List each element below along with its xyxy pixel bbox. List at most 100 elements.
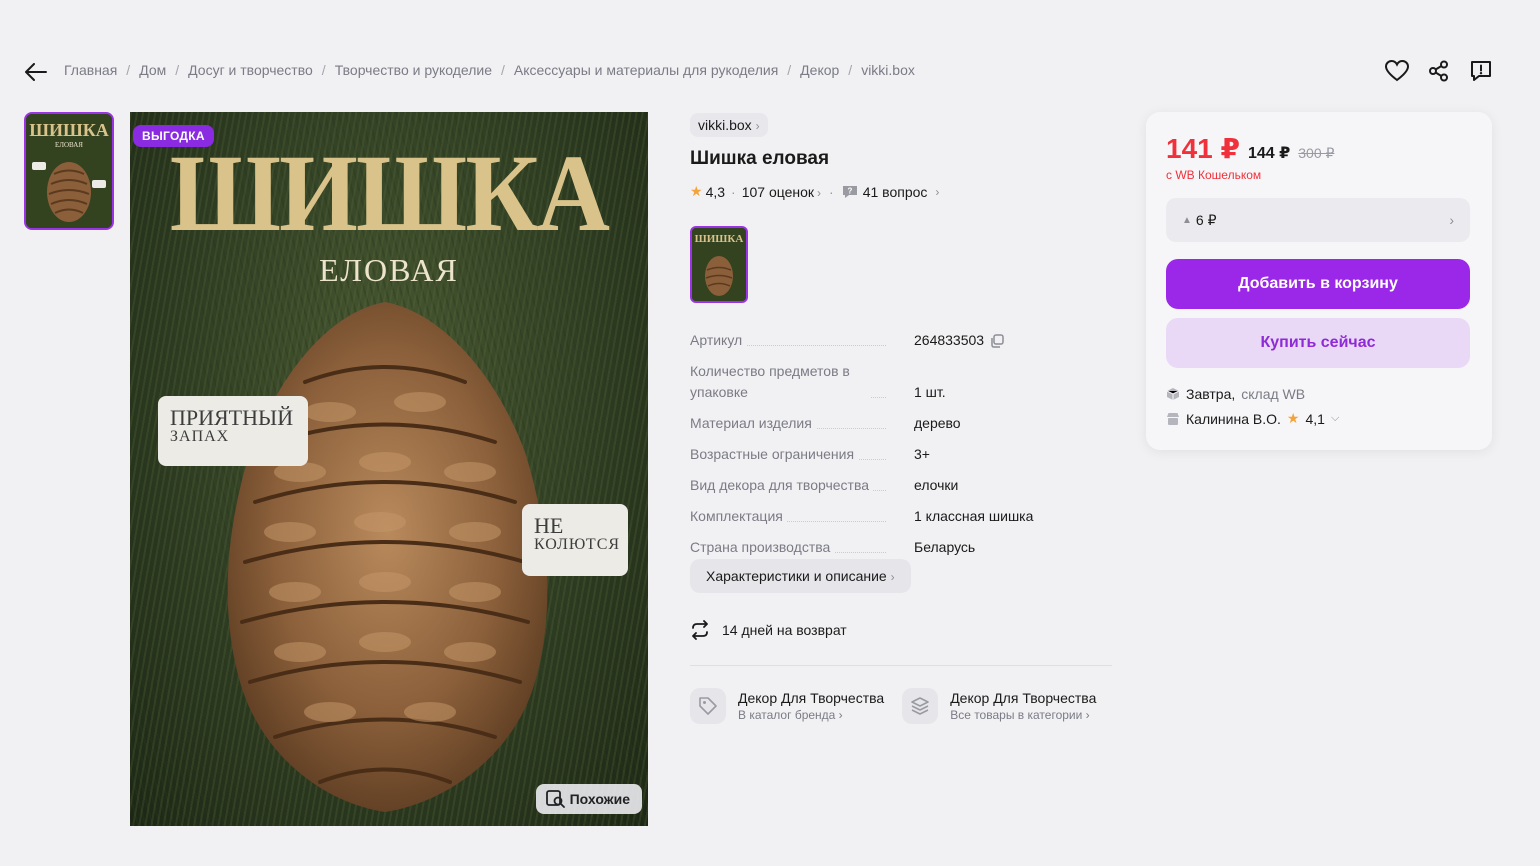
chevron-right-icon: › xyxy=(817,185,822,200)
share-icon[interactable] xyxy=(1426,58,1452,84)
brand-catalog-link[interactable]: Декор Для Творчества В каталог бренда › xyxy=(690,688,884,724)
add-to-cart-button[interactable]: Добавить в корзину xyxy=(1166,259,1470,309)
breadcrumb-item-brand[interactable]: vikki.box xyxy=(861,62,915,78)
delivery-info: Завтра, склад WB xyxy=(1166,386,1305,402)
spec-key: Страна производства xyxy=(690,537,900,558)
breadcrumb-separator: / xyxy=(500,62,505,78)
wallet-note: с WB Кошельком xyxy=(1166,168,1262,182)
feature-card-smell: ПРИЯТНЫЙ ЗАПАХ xyxy=(158,396,308,466)
reviews-link[interactable]: 107 оценок › xyxy=(742,184,821,200)
spec-row: Комплектация 1 классная шишка xyxy=(690,506,1110,527)
thumb-title: ШИШКА xyxy=(29,120,109,140)
promo-badge: ВЫГОДКА xyxy=(133,125,214,147)
product-title: Шишка еловая xyxy=(690,148,830,169)
dot-separator: · xyxy=(829,183,834,200)
product-hero-image[interactable]: ШИШКА ЕЛОВАЯ ПРИЯТНЫЙ ЗАПАХ НЕ КОЛЮТСЯ П… xyxy=(130,112,648,826)
category-subtitle: Все товары в категории › xyxy=(950,708,1090,722)
brand-link[interactable]: vikki.box › xyxy=(690,113,768,137)
breadcrumb-item-accessories[interactable]: Аксессуары и материалы для рукоделия xyxy=(514,62,778,78)
spec-row: Артикул 264833503 xyxy=(690,330,1110,351)
spec-value: дерево xyxy=(914,415,961,431)
price-change: ▲ 6 ₽ xyxy=(1182,212,1217,229)
spec-value: 264833503 xyxy=(914,330,1004,351)
spec-key: Комплектация xyxy=(690,506,900,527)
delivery-date: Завтра, xyxy=(1186,386,1236,402)
chevron-right-icon: › xyxy=(890,570,895,584)
spec-key: Артикул xyxy=(690,330,900,351)
feature-card-title: ПРИЯТНЫЙ xyxy=(170,405,294,430)
similar-button[interactable]: Похожие xyxy=(535,784,642,814)
reviews-count: 107 оценок xyxy=(741,183,815,200)
return-arrows-icon xyxy=(692,620,708,640)
tag-icon xyxy=(690,688,726,724)
svg-text:?: ? xyxy=(847,186,852,195)
rating-row: ★ 4,3 · 107 оценок › · ? 41 вопрос › xyxy=(690,183,939,200)
breadcrumb-item-house[interactable]: Дом xyxy=(139,62,166,78)
variant-thumb-title: ШИШКА xyxy=(695,233,744,245)
pinecone-image xyxy=(47,162,91,222)
feature-card-subtitle: КОЛЮТСЯ xyxy=(534,536,621,554)
breadcrumb: Главная / Дом / Досуг и творчество / Тво… xyxy=(64,62,915,78)
characteristics-button[interactable]: Характеристики и описание › xyxy=(690,559,911,593)
spec-value: 3+ xyxy=(914,446,930,462)
spec-key: Материал изделия xyxy=(690,413,900,434)
gallery-thumbnail[interactable]: ШИШКА ЕЛОВАЯ xyxy=(24,112,114,230)
characteristics-button-label: Характеристики и описание xyxy=(706,568,887,584)
article-number: 264833503 xyxy=(914,332,985,348)
back-arrow-icon[interactable] xyxy=(24,60,48,84)
chevron-down-icon: ⌵ xyxy=(1330,412,1340,424)
brand-links: Декор Для Творчества В каталог бренда › … xyxy=(690,688,1096,724)
spec-key: Вид декора для творчества xyxy=(690,475,900,496)
seller-rating: 4,1 xyxy=(1305,410,1325,427)
feature-card-subtitle: ЗАПАХ xyxy=(170,428,230,446)
spec-value: елочки xyxy=(914,477,959,493)
star-icon: ★ xyxy=(1286,410,1300,426)
delivery-warehouse: склад WB xyxy=(1241,386,1306,402)
brand-catalog-title: Декор Для Творчества xyxy=(738,690,885,706)
specs-list: Артикул 264833503 Количество предметов в… xyxy=(690,330,1110,568)
shop-icon xyxy=(1167,412,1179,425)
breadcrumb-item-crafts[interactable]: Творчество и рукоделие xyxy=(335,62,492,78)
breadcrumb-separator: / xyxy=(787,62,792,78)
pinecone-image xyxy=(227,302,548,812)
brand-catalog-subtitle: В каталог бренда › xyxy=(738,708,843,722)
spec-row: Количество предметов в упаковке 1 шт. xyxy=(690,361,1110,403)
product-actions xyxy=(1384,58,1494,84)
variant-thumbnail[interactable]: ШИШКА xyxy=(690,226,748,303)
spec-row: Материал изделия дерево xyxy=(690,413,1110,434)
chevron-right-icon: › xyxy=(755,119,760,133)
pinecone-image xyxy=(705,256,733,296)
question-bubble-icon: ? xyxy=(842,185,857,198)
breadcrumb-item-leisure[interactable]: Досуг и творчество xyxy=(188,62,313,78)
questions-count: 41 вопрос xyxy=(862,183,928,200)
spec-value: 1 классная шишка xyxy=(914,508,1034,524)
copy-icon[interactable] xyxy=(990,333,1004,348)
buy-now-button[interactable]: Купить сейчас xyxy=(1166,318,1470,368)
report-icon[interactable] xyxy=(1468,58,1494,84)
box-icon xyxy=(1166,388,1180,400)
return-policy-text: 14 дней на возврат xyxy=(722,622,847,638)
price-history-bar[interactable]: ▲ 6 ₽ › xyxy=(1166,198,1470,242)
image-search-icon xyxy=(545,790,565,808)
thumb-subtitle: ЕЛОВАЯ xyxy=(55,141,83,149)
breadcrumb-item-home[interactable]: Главная xyxy=(64,62,117,78)
spec-key: Возрастные ограничения xyxy=(690,444,900,465)
layers-icon xyxy=(902,688,939,724)
spec-key: Количество предметов в упаковке xyxy=(690,361,900,403)
category-link[interactable]: Декор Для Творчества Все товары в катего… xyxy=(902,688,1096,724)
star-icon: ★ xyxy=(690,183,703,199)
spec-value: 1 шт. xyxy=(914,384,946,400)
wallet-price: 141 ₽ xyxy=(1166,133,1240,164)
breadcrumb-separator: / xyxy=(126,62,131,78)
questions-link[interactable]: ? 41 вопрос › xyxy=(842,183,939,200)
seller-info[interactable]: Калинина В.О. ★ 4,1 ⌵ xyxy=(1166,410,1339,427)
divider xyxy=(690,665,1112,666)
breadcrumb-separator: / xyxy=(321,62,326,78)
breadcrumb-item-decor[interactable]: Декор xyxy=(800,62,839,78)
dot-separator: · xyxy=(731,183,736,200)
price-card: 141 ₽ 144 ₽ 300 ₽ с WB Кошельком ▲ 6 ₽ › … xyxy=(1146,112,1492,450)
brand-name: vikki.box xyxy=(698,117,752,133)
old-price: 300 ₽ xyxy=(1298,145,1335,161)
heart-icon[interactable] xyxy=(1384,58,1410,84)
regular-price: 144 ₽ xyxy=(1247,145,1291,162)
